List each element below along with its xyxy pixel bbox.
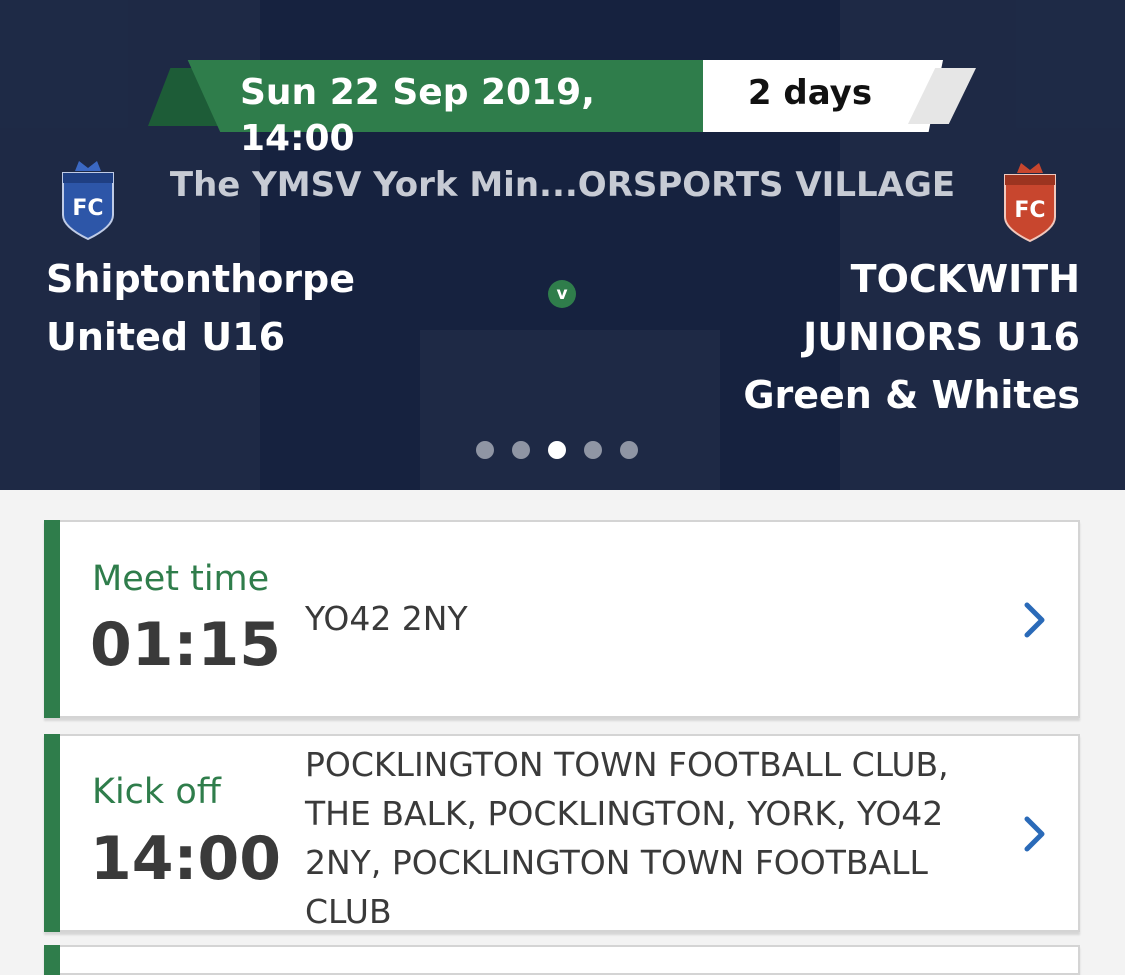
versus-badge: v [548, 280, 576, 308]
home-team-name-line: Shiptonthorpe [46, 257, 356, 301]
card-accent-bar [44, 734, 60, 932]
crest-text: FC [1014, 198, 1045, 223]
address-line: CLUB [305, 892, 392, 931]
crown-shape [75, 161, 101, 171]
meet-location: YO42 2NY [305, 599, 468, 638]
away-team-name-line: JUNIORS U16 [803, 315, 1080, 359]
away-team-name[interactable]: TOCKWITH JUNIORS U16 Green & Whites [620, 250, 1080, 424]
meet-time-value: 01:15 [90, 610, 281, 680]
shield-band [1005, 175, 1055, 185]
carousel-page-indicator[interactable] [476, 441, 650, 461]
address-line: POCKLINGTON TOWN FOOTBALL CLUB, [305, 745, 949, 784]
address-line: THE BALK, POCKLINGTON, YORK, YO42 [305, 794, 944, 833]
kick-off-address: POCKLINGTON TOWN FOOTBALL CLUB, THE BALK… [305, 740, 1005, 936]
home-team-name[interactable]: Shiptonthorpe United U16 [46, 250, 466, 366]
next-card[interactable] [44, 945, 1080, 975]
date-banner: Sun 22 Sep 2019, 14:00 2 days [148, 58, 978, 159]
card-accent-bar [44, 520, 60, 718]
meet-time-card[interactable]: Meet time 01:15 YO42 2NY [44, 520, 1080, 718]
match-date-time: Sun 22 Sep 2019, 14:00 [240, 72, 595, 159]
carousel-dot[interactable] [476, 441, 494, 459]
shield-band [63, 173, 113, 183]
chevron-right-icon[interactable] [1022, 814, 1048, 854]
carousel-dot[interactable] [620, 441, 638, 459]
card-accent-bar [44, 945, 60, 975]
crest-text: FC [72, 196, 103, 221]
meet-time-label: Meet time [92, 559, 270, 599]
home-team-crest-icon: FC [62, 161, 114, 241]
fixture-header[interactable]: Sun 22 Sep 2019, 14:00 2 days The YMSV Y… [0, 0, 1125, 490]
chevron-right-icon[interactable] [1022, 600, 1048, 640]
address-line: 2NY, POCKLINGTON TOWN FOOTBALL [305, 843, 928, 882]
carousel-dot[interactable] [584, 441, 602, 459]
kick-off-card[interactable]: Kick off 14:00 POCKLINGTON TOWN FOOTBALL… [44, 734, 1080, 932]
home-team-name-line: United U16 [46, 315, 286, 359]
away-team-crest-icon: FC [1004, 163, 1056, 243]
venue-name: The YMSV York Min...ORSPORTS VILLAGE [169, 165, 956, 205]
kick-off-time-value: 14:00 [90, 824, 281, 894]
away-team-name-line: Green & Whites [743, 373, 1080, 417]
crown-shape [1017, 163, 1043, 173]
away-team-name-line: TOCKWITH [850, 257, 1080, 301]
carousel-dot-active[interactable] [548, 441, 566, 459]
carousel-dot[interactable] [512, 441, 530, 459]
countdown-label: 2 days [747, 73, 873, 113]
kick-off-label: Kick off [92, 772, 221, 812]
